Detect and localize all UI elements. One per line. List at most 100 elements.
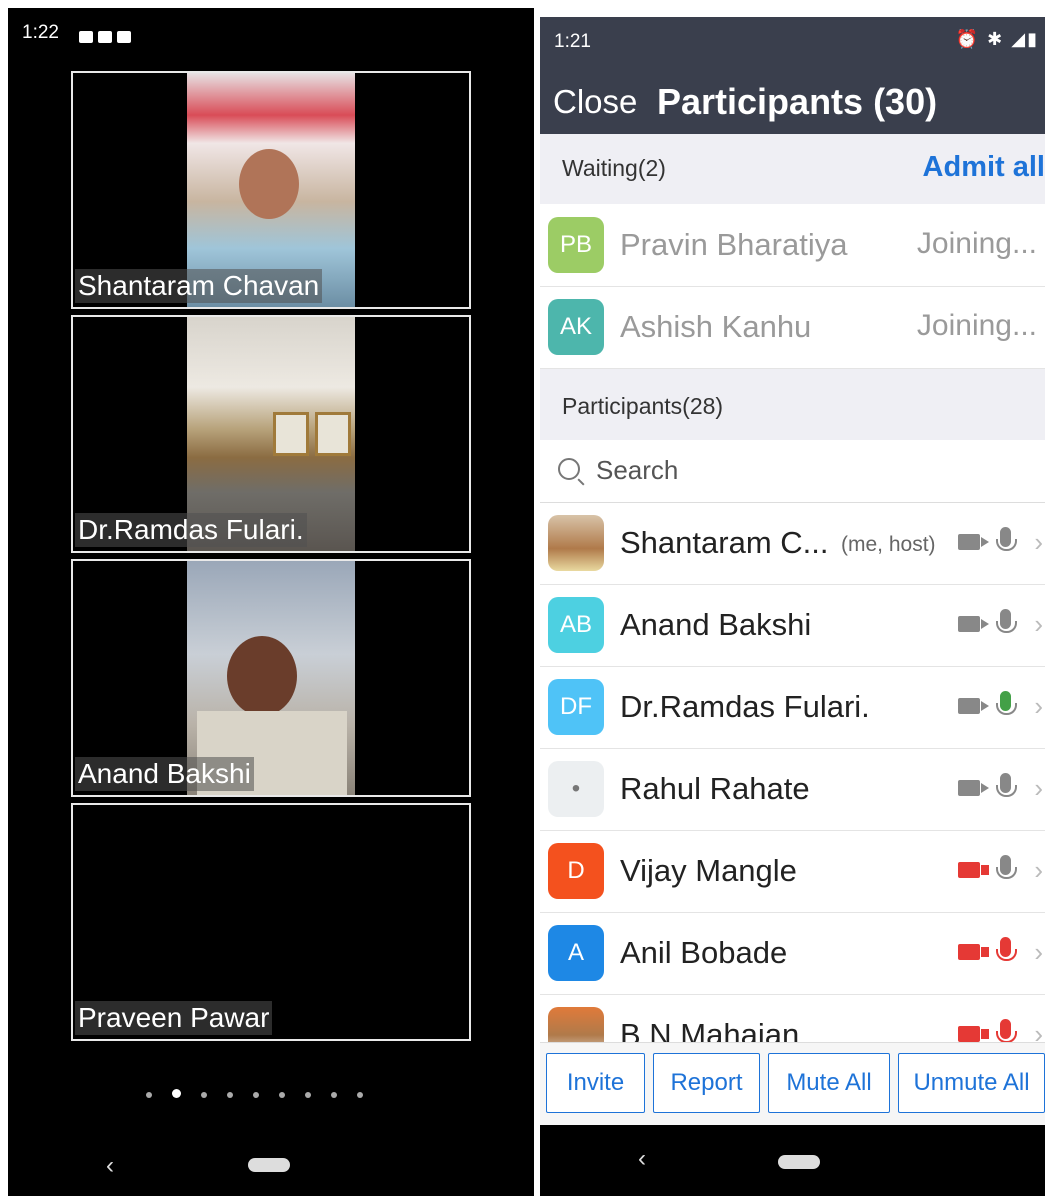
chevron-right-icon: ›: [1034, 937, 1043, 967]
close-button[interactable]: Close: [553, 83, 637, 121]
page-dot[interactable]: [253, 1092, 259, 1098]
face-shape: [239, 149, 299, 219]
video-off-icon[interactable]: [958, 1026, 989, 1042]
page-dot[interactable]: [201, 1092, 207, 1098]
video-tile[interactable]: Praveen Pawar: [71, 803, 471, 1041]
participant-name: Pravin Bharatiya: [620, 227, 848, 262]
participants-section-header: Participants(28): [540, 369, 1045, 440]
microphone-speaking-icon[interactable]: [996, 691, 1017, 715]
report-button[interactable]: Report: [653, 1053, 760, 1113]
bottom-action-bar: Invite Report Mute All Unmute All: [540, 1042, 1045, 1126]
waiting-row[interactable]: PB Pravin Bharatiya Joining...: [540, 205, 1045, 287]
picture-frame: [315, 412, 351, 456]
tile-name-label: Praveen Pawar: [75, 1001, 273, 1035]
host-tag: (me, host): [841, 533, 936, 556]
participant-row[interactable]: DF Dr.Ramdas Fulari. ›: [540, 667, 1045, 749]
participant-name: Dr.Ramdas Fulari.: [620, 689, 870, 724]
back-icon[interactable]: ‹: [106, 1152, 114, 1180]
microphone-muted-icon[interactable]: [996, 1019, 1017, 1043]
page-dot[interactable]: [331, 1092, 337, 1098]
video-camera-icon[interactable]: [958, 534, 989, 550]
nav-bar: ‹: [8, 1152, 534, 1188]
video-off-icon[interactable]: [958, 862, 989, 878]
header: 1:21 ⏰ ✱ ◢▮ Close Participants (30): [540, 17, 1045, 134]
tile-name-label: Shantaram Chavan: [75, 269, 323, 303]
gallery-view-screen: 1:22 ⏰ ✱ ◢▮ Shantaram Chavan Dr.Ramdas F…: [8, 8, 1045, 1199]
avatar: AB: [548, 597, 604, 653]
avatar-photo: [548, 515, 604, 571]
page-title: Participants (30): [657, 81, 938, 122]
participant-row[interactable]: A Anil Bobade ›: [540, 913, 1045, 995]
video-tile[interactable]: Dr.Ramdas Fulari.: [71, 315, 471, 553]
app-icon: [98, 30, 112, 43]
system-icons: ⏰ ✱ ◢▮: [955, 29, 1039, 49]
chevron-right-icon: ›: [1034, 691, 1043, 721]
page-dot[interactable]: [146, 1092, 152, 1098]
participant-name: Vijay Mangle: [620, 853, 797, 888]
page-dot[interactable]: [357, 1092, 363, 1098]
chevron-right-icon: ›: [1034, 773, 1043, 803]
page-indicator[interactable]: [146, 1085, 383, 1098]
waiting-row[interactable]: AK Ashish Kanhu Joining...: [540, 287, 1045, 369]
microphone-muted-icon[interactable]: [996, 937, 1017, 961]
face-shape: [227, 636, 297, 716]
status-time: 1:22: [22, 22, 59, 43]
chevron-right-icon: ›: [1034, 527, 1043, 557]
status-bar: 1:22 ⏰ ✱ ◢▮: [8, 8, 1045, 1199]
microphone-icon[interactable]: [996, 773, 1017, 797]
joining-status: Joining...: [916, 309, 1037, 342]
avatar: A: [548, 925, 604, 981]
video-tile[interactable]: Shantaram Chavan: [71, 71, 471, 309]
participant-name: Anil Bobade: [620, 935, 788, 970]
participant-name: Rahul Rahate: [620, 771, 810, 806]
page-dot-active[interactable]: [172, 1089, 181, 1098]
picture-frame: [273, 412, 309, 456]
participants-screen: 1:21 ⏰ ✱ ◢▮ Close Participants (30) Wait…: [540, 17, 1045, 1196]
back-icon[interactable]: ‹: [638, 1145, 646, 1173]
waiting-header-label: Waiting(2): [562, 155, 666, 181]
participant-row[interactable]: • Rahul Rahate ›: [540, 749, 1045, 831]
status-time: 1:21: [554, 31, 591, 52]
nav-bar: ‹: [540, 1125, 1045, 1196]
page-dot[interactable]: [227, 1092, 233, 1098]
notification-icons: [74, 26, 131, 48]
page-dot[interactable]: [305, 1092, 311, 1098]
microphone-icon[interactable]: [996, 855, 1017, 879]
participant-name: Shantaram C...: [620, 525, 829, 560]
video-icon: [117, 30, 131, 43]
avatar-default: •: [548, 761, 604, 817]
search-placeholder: Search: [596, 455, 679, 485]
tile-name-label: Dr.Ramdas Fulari.: [75, 513, 307, 547]
avatar: PB: [548, 217, 604, 273]
video-camera-icon[interactable]: [958, 698, 989, 714]
microphone-icon[interactable]: [996, 609, 1017, 633]
admit-all-button[interactable]: Admit all: [923, 151, 1045, 184]
video-tile[interactable]: Anand Bakshi: [71, 559, 471, 797]
video-off-icon[interactable]: [958, 944, 989, 960]
avatar: DF: [548, 679, 604, 735]
video-camera-icon[interactable]: [958, 616, 989, 632]
avatar: D: [548, 843, 604, 899]
participant-name: Anand Bakshi: [620, 607, 812, 642]
home-pill[interactable]: [778, 1155, 820, 1169]
home-pill[interactable]: [248, 1158, 290, 1172]
mute-all-button[interactable]: Mute All: [768, 1053, 890, 1113]
chevron-right-icon: ›: [1034, 609, 1043, 639]
joining-status: Joining...: [916, 227, 1037, 260]
unmute-all-button[interactable]: Unmute All: [898, 1053, 1045, 1113]
invite-button[interactable]: Invite: [546, 1053, 645, 1113]
tile-name-label: Anand Bakshi: [75, 757, 254, 791]
video-camera-icon[interactable]: [958, 780, 989, 796]
microphone-icon[interactable]: [996, 527, 1017, 551]
participant-row[interactable]: Shantaram C... (me, host) ›: [540, 503, 1045, 585]
waiting-section-header: Waiting(2) Admit all: [540, 134, 1045, 204]
image-icon: [79, 30, 93, 43]
participant-name: Ashish Kanhu: [620, 309, 812, 344]
search-field[interactable]: Search: [540, 440, 1045, 503]
participant-row[interactable]: D Vijay Mangle ›: [540, 831, 1045, 913]
participant-row[interactable]: AB Anand Bakshi ›: [540, 585, 1045, 667]
avatar: AK: [548, 299, 604, 355]
page-dot[interactable]: [279, 1092, 285, 1098]
search-icon: [558, 458, 580, 480]
participants-header-label: Participants(28): [562, 393, 724, 419]
